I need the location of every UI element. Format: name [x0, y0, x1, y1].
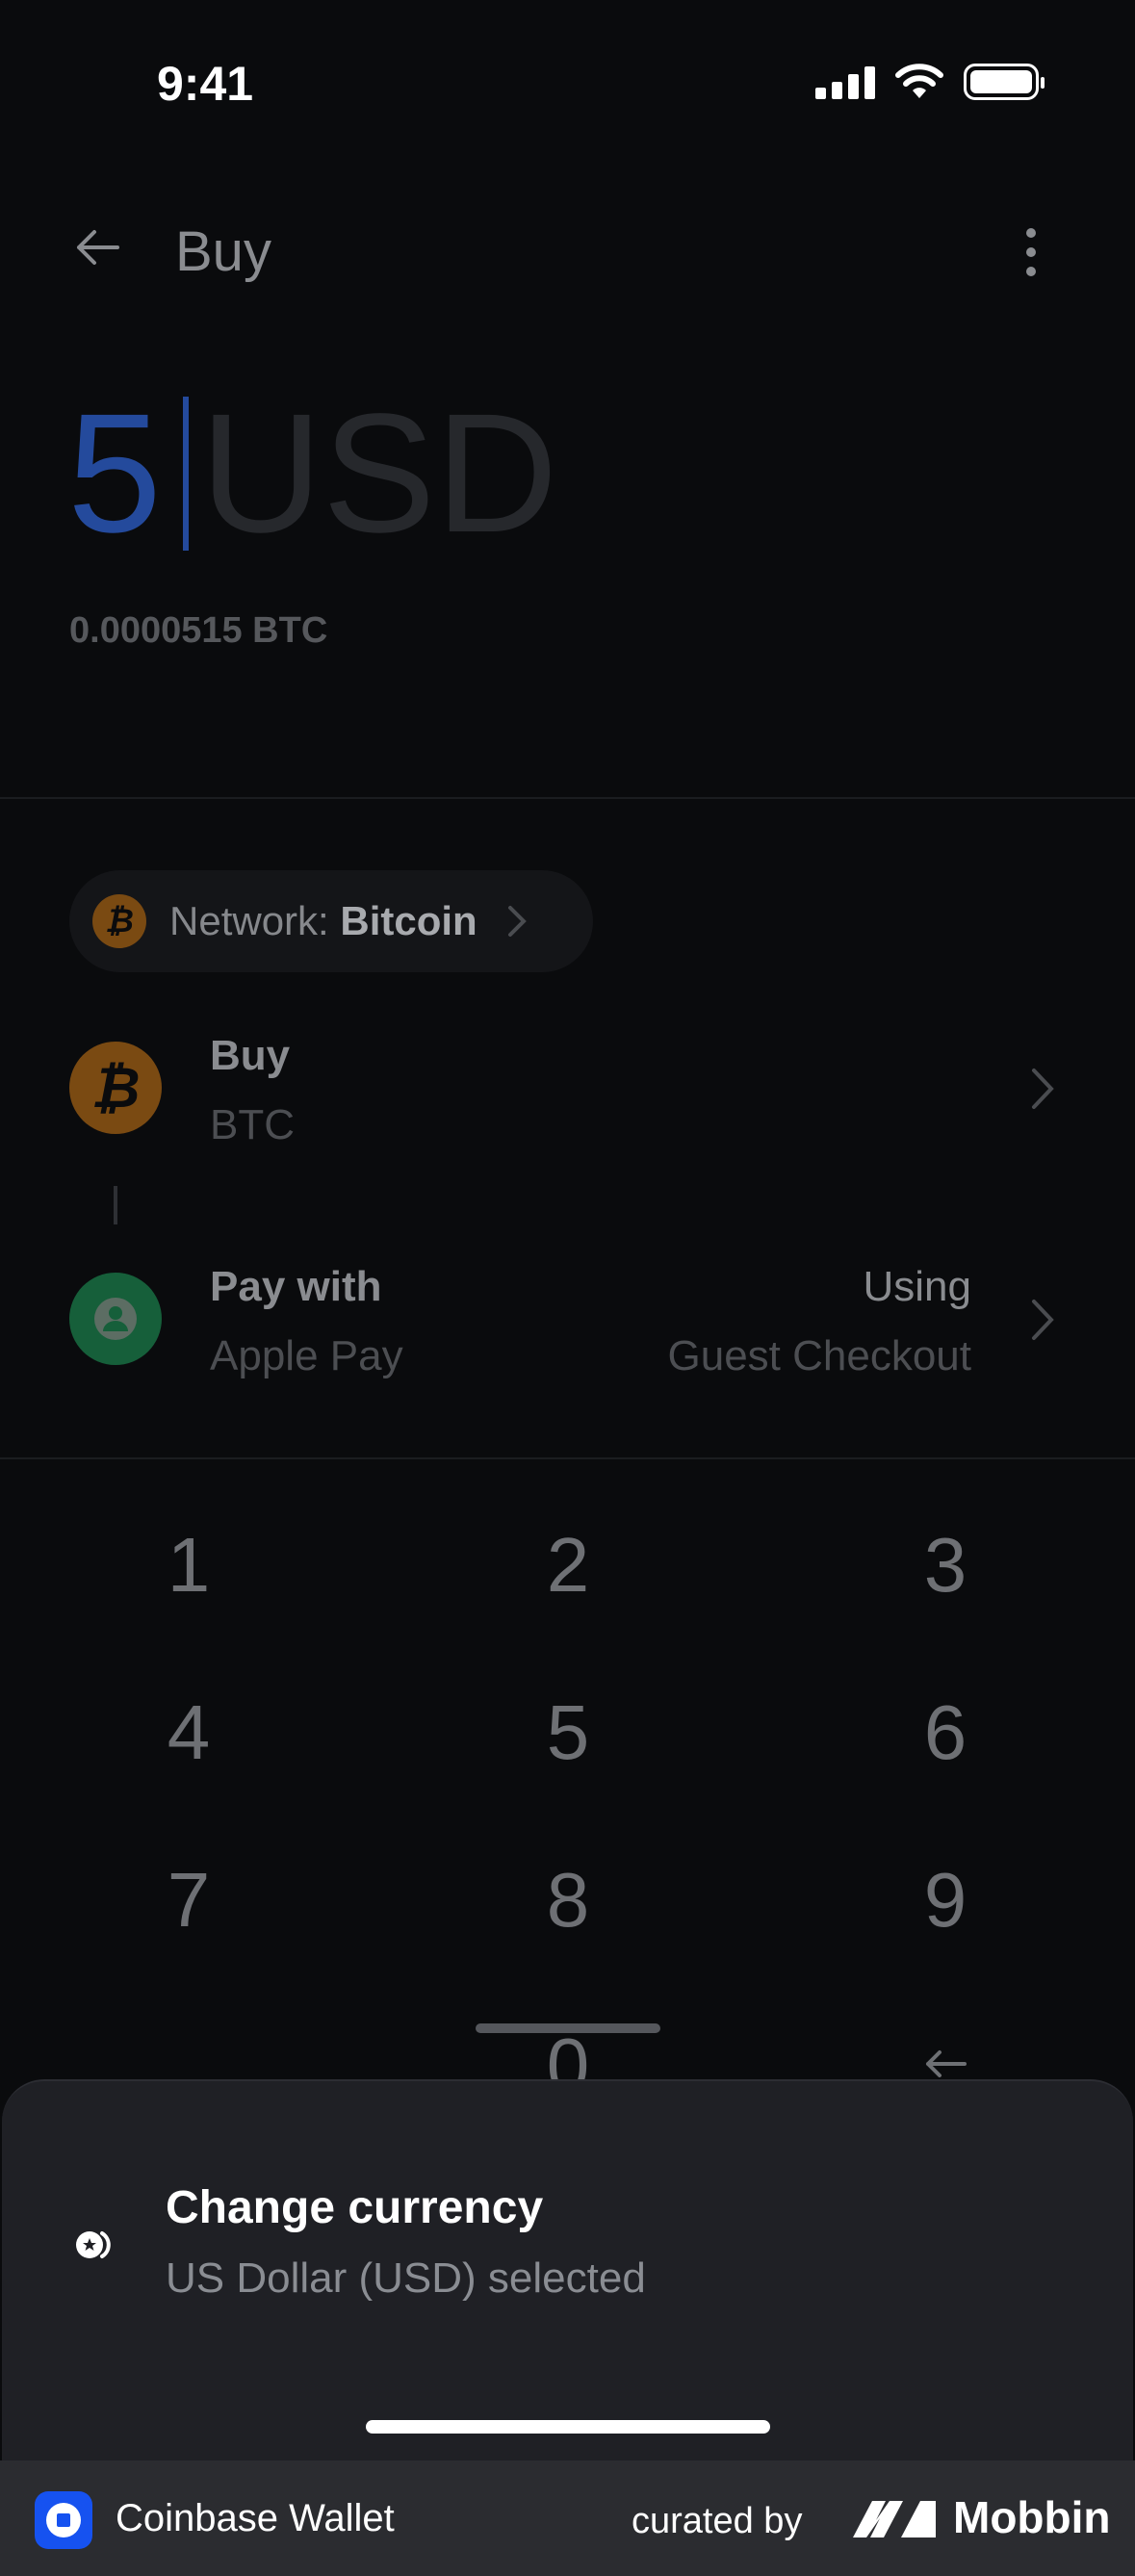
- network-selector[interactable]: ₿ Network: Bitcoin: [69, 870, 593, 972]
- back-arrow-icon[interactable]: [73, 223, 121, 271]
- backspace-arrow-icon[interactable]: [922, 2048, 968, 2079]
- user-avatar-icon: [69, 1273, 162, 1365]
- pay-method[interactable]: Apple Pay: [210, 1332, 403, 1380]
- amount-value: 5: [67, 379, 162, 568]
- chevron-right-icon[interactable]: [1028, 1065, 1057, 1113]
- keypad-key-6[interactable]: 6: [801, 1688, 1090, 1777]
- footer-curated-label: curated by: [632, 2501, 803, 2541]
- pay-using-label: Using: [863, 1263, 972, 1310]
- divider: [0, 1457, 1135, 1459]
- mobbin-logo-icon: [853, 2501, 936, 2537]
- keypad-key-9[interactable]: 9: [801, 1856, 1090, 1945]
- sheet-drag-handle[interactable]: [476, 2023, 660, 2033]
- keypad-key-1[interactable]: 1: [44, 1521, 333, 1610]
- network-label: Network: Bitcoin: [169, 898, 477, 943]
- keypad-key-3[interactable]: 3: [801, 1521, 1090, 1610]
- checkout-type: Guest Checkout: [667, 1332, 972, 1379]
- more-options-icon[interactable]: [1017, 227, 1045, 277]
- row-connector: [114, 1186, 117, 1224]
- text-cursor: [182, 397, 189, 551]
- crypto-equivalent: 0.0000515 BTC: [69, 610, 328, 651]
- keypad-key-5[interactable]: 5: [424, 1688, 712, 1777]
- bitcoin-icon: ₿: [92, 894, 146, 948]
- divider: [0, 797, 1135, 799]
- chevron-right-icon[interactable]: [1028, 1296, 1057, 1344]
- wifi-icon: [895, 64, 943, 98]
- status-icons: [815, 64, 1045, 100]
- home-indicator: [366, 2420, 770, 2434]
- keypad-key-4[interactable]: 4: [44, 1688, 333, 1777]
- coinbase-wallet-logo-icon: [35, 2491, 92, 2549]
- keypad-key-7[interactable]: 7: [44, 1856, 333, 1945]
- buy-row-title: Buy: [210, 1032, 291, 1079]
- sheet-subtitle: US Dollar (USD) selected: [166, 2254, 646, 2302]
- amount-currency: USD: [199, 379, 558, 568]
- keypad-key-2[interactable]: 2: [424, 1521, 712, 1610]
- sheet-title[interactable]: Change currency: [166, 2181, 543, 2234]
- mobbin-brand: Mobbin: [953, 2492, 1111, 2542]
- status-time: 9:41: [157, 57, 254, 111]
- buy-row-asset[interactable]: BTC: [210, 1101, 295, 1149]
- footer-app-name: Coinbase Wallet: [116, 2497, 395, 2539]
- currency-swap-icon: [76, 2231, 111, 2258]
- battery-icon: [964, 64, 1045, 100]
- page-title: Buy: [175, 220, 271, 283]
- pay-row-title: Pay with: [210, 1263, 382, 1310]
- bitcoin-asset-icon: ₿: [69, 1042, 162, 1134]
- amount-display[interactable]: 5 USD: [67, 389, 557, 558]
- chevron-right-icon: [507, 906, 527, 937]
- cellular-signal-icon: [815, 64, 875, 99]
- keypad-key-8[interactable]: 8: [424, 1856, 712, 1945]
